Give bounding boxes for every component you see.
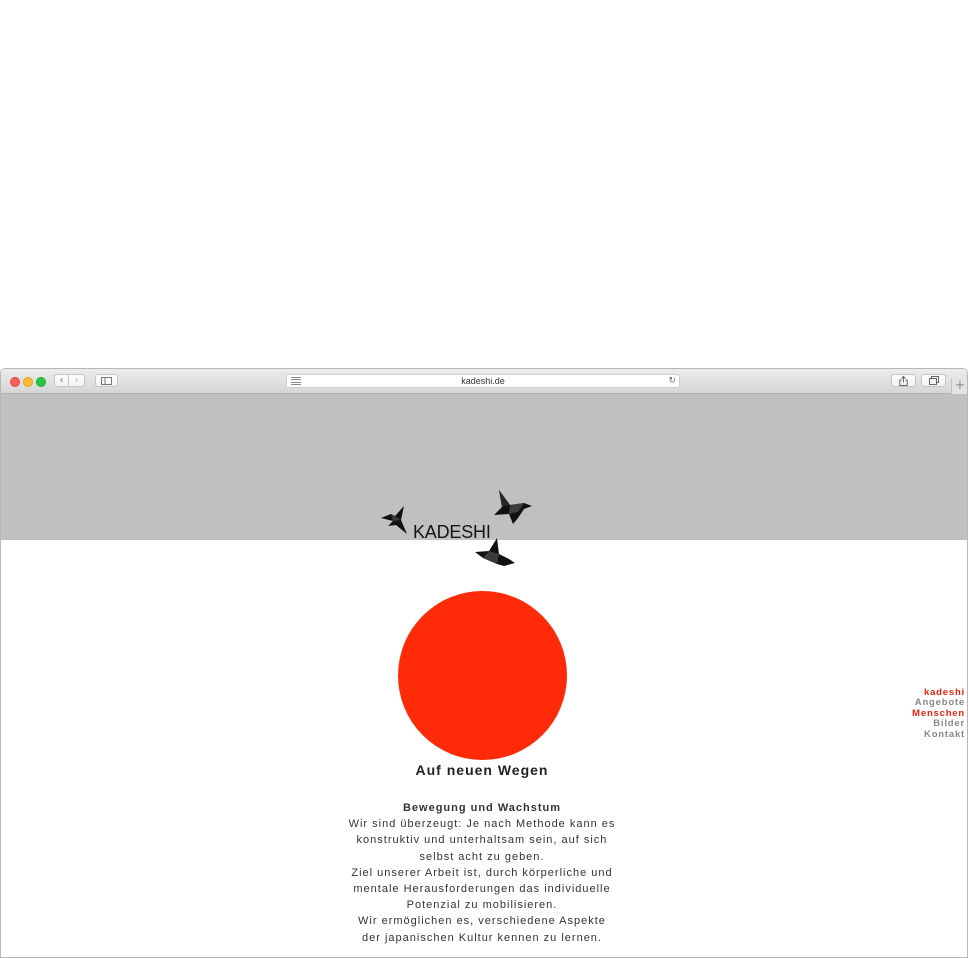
maximize-window-button[interactable] [36, 377, 46, 387]
browser-window: ‹ › kadeshi.de ↻ + KADESHI Auf neuen Weg… [0, 368, 968, 958]
browser-toolbar: ‹ › kadeshi.de ↻ + [1, 369, 967, 394]
page-content: KADESHI Auf neuen Wegen Bewegung und Wac… [1, 394, 967, 957]
nav-item-kontakt[interactable]: Kontakt [912, 729, 965, 740]
url-text: kadeshi.de [461, 376, 505, 386]
logo-text: KADESHI [413, 522, 491, 542]
paragraph-line: konstruktiv und unterhaltsam sein, auf s… [356, 834, 608, 847]
share-button[interactable] [891, 374, 916, 387]
intro-text: Bewegung und Wachstum Wir sind überzeugt… [292, 800, 672, 946]
paragraph-line: mentale Herausforderungen das individuel… [353, 883, 611, 896]
paragraph-line: Potenzial zu mobilisieren. [406, 899, 558, 912]
red-sun-circle [398, 591, 567, 760]
paragraph-line: Wir sind überzeugt: Je nach Methode kann… [348, 818, 616, 831]
site-logo[interactable]: KADESHI [379, 490, 539, 572]
tabs-overview-icon [928, 376, 939, 385]
share-icon [899, 375, 908, 386]
address-bar[interactable]: kadeshi.de ↻ [286, 374, 680, 388]
chevron-left-icon: ‹ [59, 375, 64, 386]
back-button[interactable]: ‹ [54, 374, 69, 387]
paragraph-line: selbst acht zu geben. [419, 850, 545, 863]
origami-bird-icon [494, 490, 532, 524]
paragraph-line: der japanischen Kultur kennen zu lernen. [362, 931, 602, 944]
section-subheading: Bewegung und Wachstum [402, 802, 562, 814]
show-tabs-button[interactable] [921, 374, 946, 387]
chevron-right-icon: › [74, 375, 79, 386]
paragraph-line: Wir ermöglichen es, verschiedene Aspekte [358, 915, 606, 928]
plus-icon: + [954, 378, 966, 393]
paragraph-line: Ziel unserer Arbeit ist, durch körperlic… [351, 866, 613, 879]
minimize-window-button[interactable] [23, 377, 33, 387]
new-tab-button[interactable]: + [951, 378, 967, 394]
origami-bird-icon [381, 506, 407, 534]
reload-icon[interactable]: ↻ [668, 375, 676, 387]
sidebar-icon [101, 376, 112, 385]
sidebar-toggle-button[interactable] [95, 374, 118, 387]
forward-button[interactable]: › [69, 374, 85, 387]
close-window-button[interactable] [10, 377, 20, 387]
site-nav: kadeshi Angebote Menschen Bilder Kontakt [912, 687, 965, 740]
page-headline: Auf neuen Wegen [415, 762, 549, 778]
